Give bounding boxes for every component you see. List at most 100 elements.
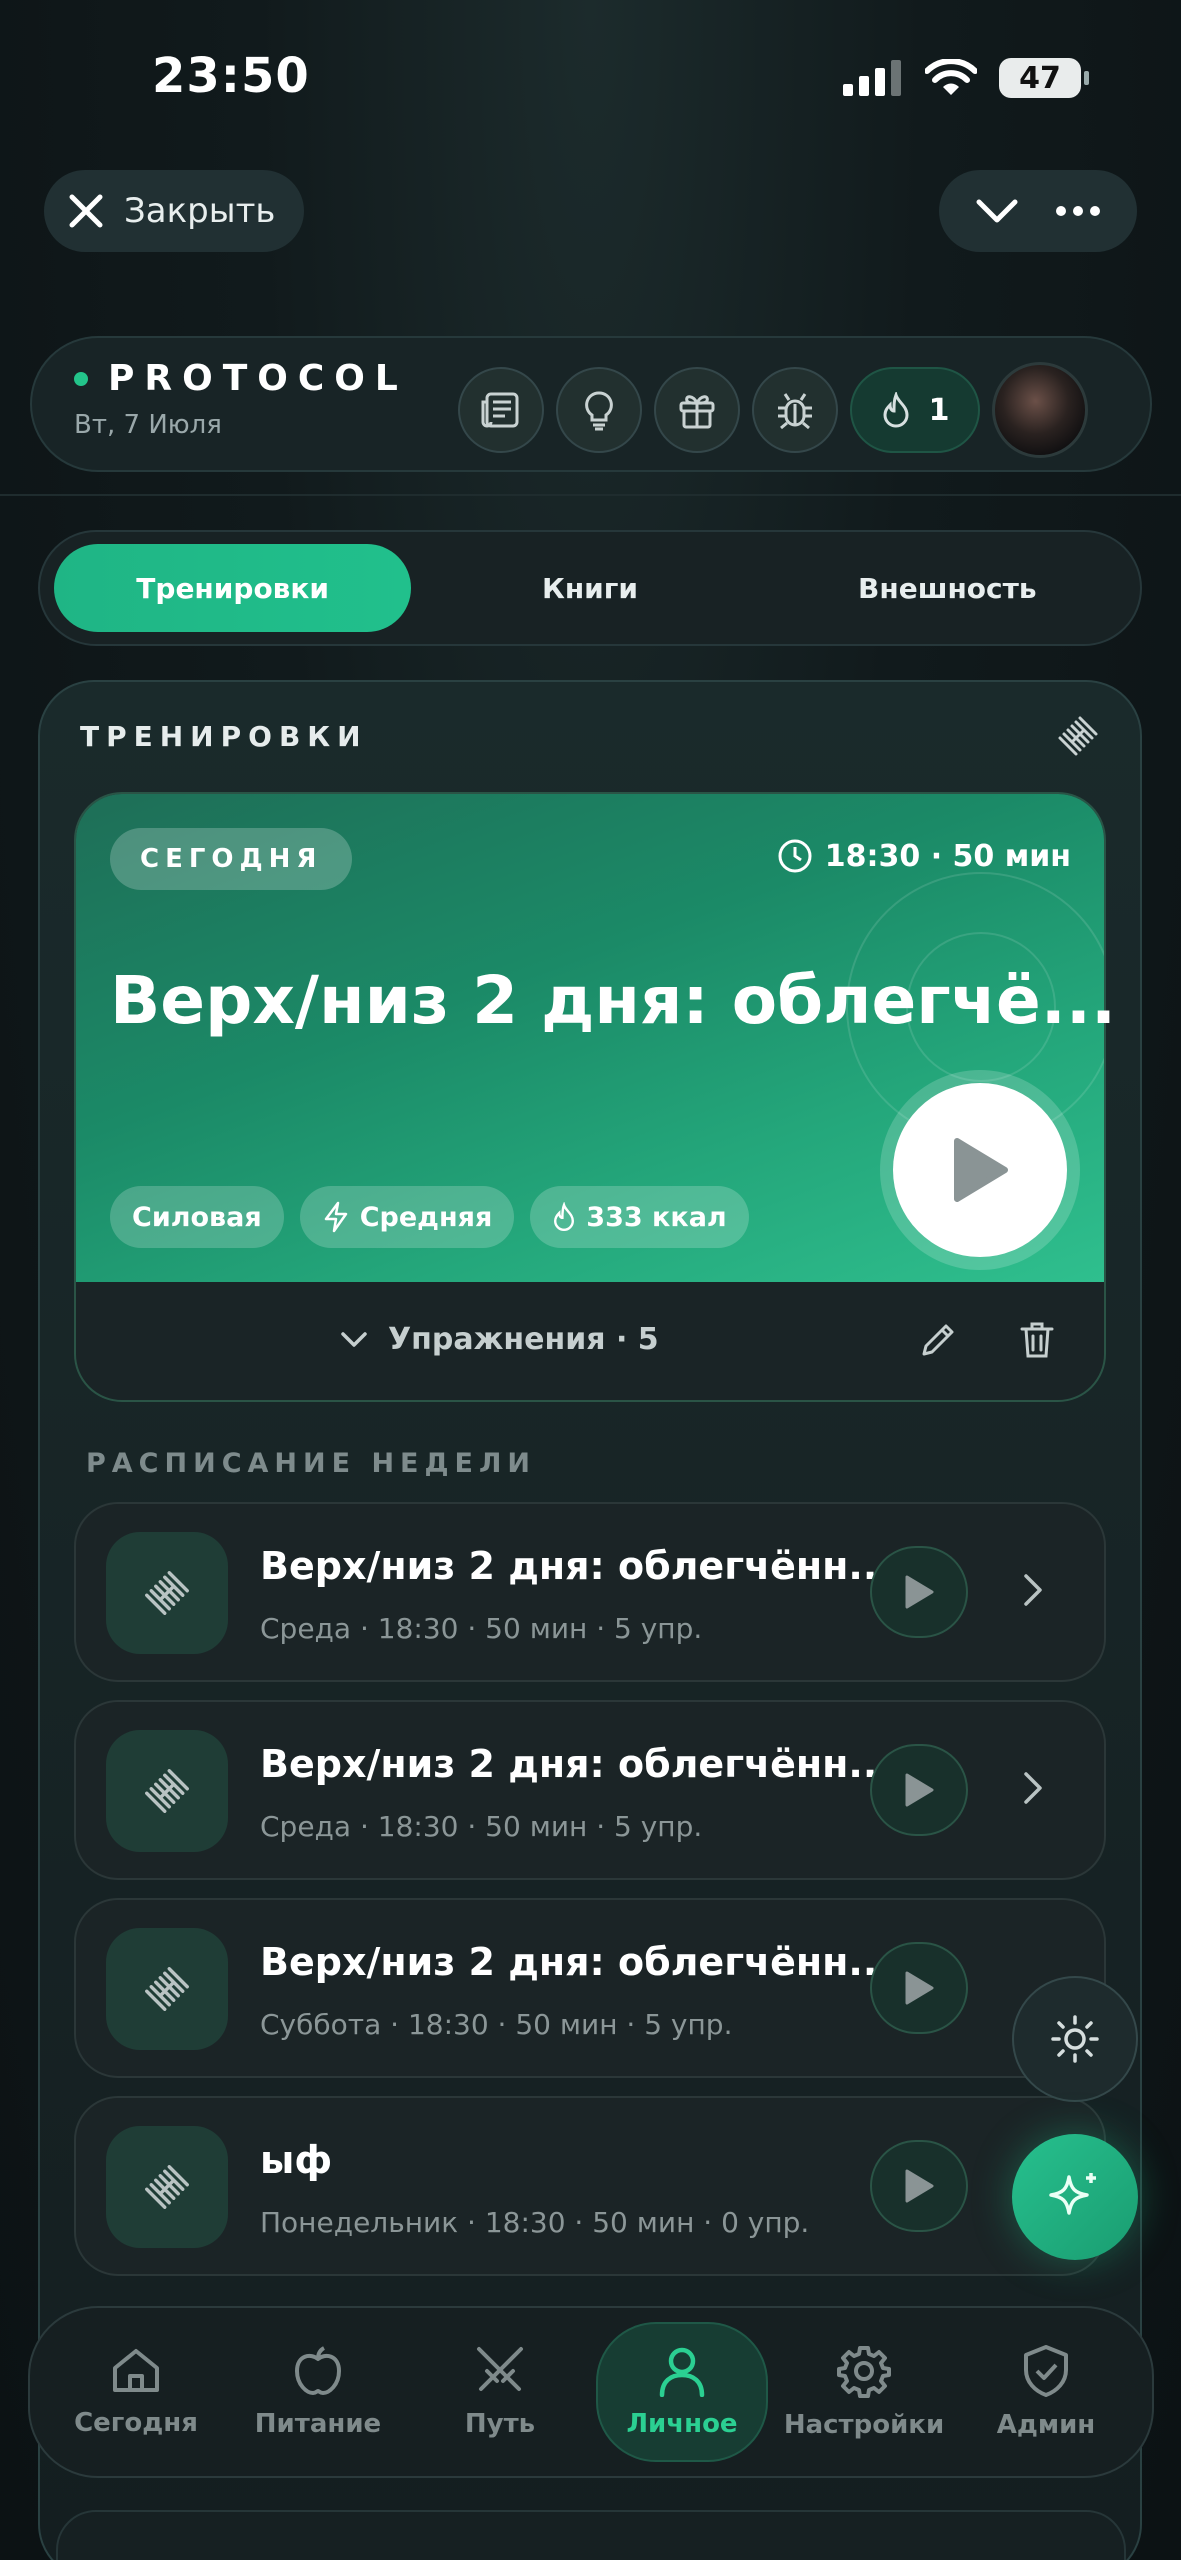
nav-admin[interactable]: Админ xyxy=(960,2322,1132,2462)
nav-nutrition[interactable]: Питание xyxy=(232,2322,404,2462)
top-actions xyxy=(939,170,1137,252)
delete-button[interactable] xyxy=(1018,1320,1056,1360)
dumbbell-icon xyxy=(106,1928,228,2050)
chevron-down-icon xyxy=(341,1331,367,1347)
bug-report-button[interactable] xyxy=(752,367,838,453)
schedule-row[interactable]: Верх/низ 2 дня: облегчённ... Среда · 18:… xyxy=(74,1502,1106,1682)
brand-name: PROTOCOL xyxy=(108,358,408,399)
swords-icon xyxy=(477,2347,523,2391)
nav-settings[interactable]: Настройки xyxy=(778,2322,950,2462)
nav-personal[interactable]: Личное xyxy=(596,2322,768,2462)
row-title: Верх/низ 2 дня: облегчённ... xyxy=(260,1742,892,1786)
pencil-icon xyxy=(922,1324,954,1356)
schedule-row[interactable]: ыф Понедельник · 18:30 · 50 мин · 0 упр. xyxy=(74,2096,1106,2276)
close-icon xyxy=(69,194,103,228)
gear-icon xyxy=(837,2346,891,2398)
close-label: Закрыть xyxy=(124,191,276,231)
row-title: ыф xyxy=(260,2138,333,2182)
wifi-icon xyxy=(925,59,977,95)
header-date: Вт, 7 Июля xyxy=(74,410,222,440)
newspaper-icon xyxy=(481,392,519,428)
row-subtitle: Суббота · 18:30 · 50 мин · 5 упр. xyxy=(260,2008,733,2041)
row-play-button[interactable] xyxy=(870,1546,968,1638)
tag-calories: 333 ккал xyxy=(530,1186,749,1248)
start-workout-button[interactable] xyxy=(880,1070,1080,1270)
ai-assistant-button[interactable] xyxy=(1012,2134,1138,2260)
divider xyxy=(0,494,1181,496)
row-title: Верх/низ 2 дня: облегчённ... xyxy=(260,1544,892,1588)
chevron-right-icon[interactable] xyxy=(1022,1770,1044,1806)
flame-icon xyxy=(883,392,909,428)
dumbbell-icon xyxy=(106,1730,228,1852)
row-subtitle: Среда · 18:30 · 50 мин · 5 упр. xyxy=(260,1612,703,1645)
play-icon xyxy=(954,1138,1008,1202)
today-badge: СЕГОДНЯ xyxy=(110,828,353,890)
play-icon xyxy=(905,2169,934,2203)
status-dot xyxy=(74,371,88,386)
nav-today[interactable]: Сегодня xyxy=(50,2322,222,2462)
dumbbell-icon xyxy=(106,1532,228,1654)
dumbbell-icon xyxy=(106,2126,228,2248)
hero-title: Верх/низ 2 дня: облегчё... xyxy=(110,962,1117,1039)
avatar[interactable] xyxy=(992,362,1088,458)
clock-icon xyxy=(778,839,812,873)
streak-badge[interactable]: 1 xyxy=(850,367,980,453)
chevron-down-icon[interactable] xyxy=(975,196,1019,226)
sparkles-icon xyxy=(1049,2173,1096,2215)
streak-count: 1 xyxy=(928,392,950,428)
header-icons: 1 xyxy=(458,362,1088,458)
user-icon xyxy=(659,2347,705,2397)
more-icon[interactable] xyxy=(1055,205,1101,217)
dumbbell-icon[interactable] xyxy=(1054,712,1102,760)
next-card-peek xyxy=(56,2510,1126,2560)
ideas-button[interactable] xyxy=(556,367,642,453)
row-play-button[interactable] xyxy=(870,1942,968,2034)
chevron-right-icon[interactable] xyxy=(1022,1572,1044,1608)
status-time: 23:50 xyxy=(152,48,310,104)
sun-icon xyxy=(1051,2015,1099,2063)
brand: PROTOCOL xyxy=(74,358,408,399)
tab-appearance[interactable]: Внешность xyxy=(769,544,1126,632)
play-icon xyxy=(905,1575,934,1609)
row-play-button[interactable] xyxy=(870,2140,968,2232)
lightbulb-icon xyxy=(585,391,613,431)
close-button[interactable]: Закрыть xyxy=(44,170,304,252)
schedule-row[interactable]: Верх/низ 2 дня: облегчённ... Среда · 18:… xyxy=(74,1700,1106,1880)
tag-type: Силовая xyxy=(110,1186,284,1248)
row-title: Верх/низ 2 дня: облегчённ... xyxy=(260,1940,892,1984)
trash-icon xyxy=(1020,1322,1054,1358)
home-icon xyxy=(113,2349,159,2392)
gift-icon xyxy=(679,395,715,429)
bottom-nav: Сегодня Питание Путь Личное Настройки Ад… xyxy=(28,2306,1154,2478)
hero-time-text: 18:30 · 50 мин xyxy=(824,838,1071,874)
category-tabs: Тренировки Книги Внешность xyxy=(38,530,1142,646)
row-subtitle: Понедельник · 18:30 · 50 мин · 0 упр. xyxy=(260,2206,810,2239)
bug-icon xyxy=(778,393,812,430)
theme-toggle-button[interactable] xyxy=(1012,1976,1138,2102)
edit-button[interactable] xyxy=(918,1320,958,1360)
news-button[interactable] xyxy=(458,367,544,453)
shield-icon xyxy=(1024,2345,1068,2397)
play-icon xyxy=(905,1773,934,1807)
flame-icon xyxy=(554,1202,575,1231)
exercises-label: Упражнения · 5 xyxy=(388,1322,659,1357)
gifts-button[interactable] xyxy=(654,367,740,453)
schedule-title: РАСПИСАНИЕ НЕДЕЛИ xyxy=(86,1448,536,1479)
status-icons: 47 xyxy=(843,58,1089,98)
tab-books[interactable]: Книги xyxy=(411,544,768,632)
tag-intensity: Средняя xyxy=(299,1186,515,1248)
hero-tags: Силовая Средняя 333 ккал xyxy=(110,1186,749,1248)
panel-title: ТРЕНИРОВКИ xyxy=(80,720,368,753)
apple-icon xyxy=(295,2346,341,2395)
nav-path[interactable]: Путь xyxy=(414,2322,586,2462)
row-subtitle: Среда · 18:30 · 50 мин · 5 упр. xyxy=(260,1810,703,1843)
schedule-row[interactable]: Верх/низ 2 дня: облегчённ... Суббота · 1… xyxy=(74,1898,1106,2078)
signal-icon xyxy=(843,60,901,96)
lightning-icon xyxy=(324,1201,347,1233)
battery-indicator: 47 xyxy=(999,58,1089,98)
row-play-button[interactable] xyxy=(870,1744,968,1836)
tab-workouts[interactable]: Тренировки xyxy=(54,544,412,632)
exercises-toggle[interactable]: Упражнения · 5 xyxy=(340,1322,659,1357)
hero-time: 18:30 · 50 мин xyxy=(777,838,1071,874)
play-icon xyxy=(905,1971,934,2005)
